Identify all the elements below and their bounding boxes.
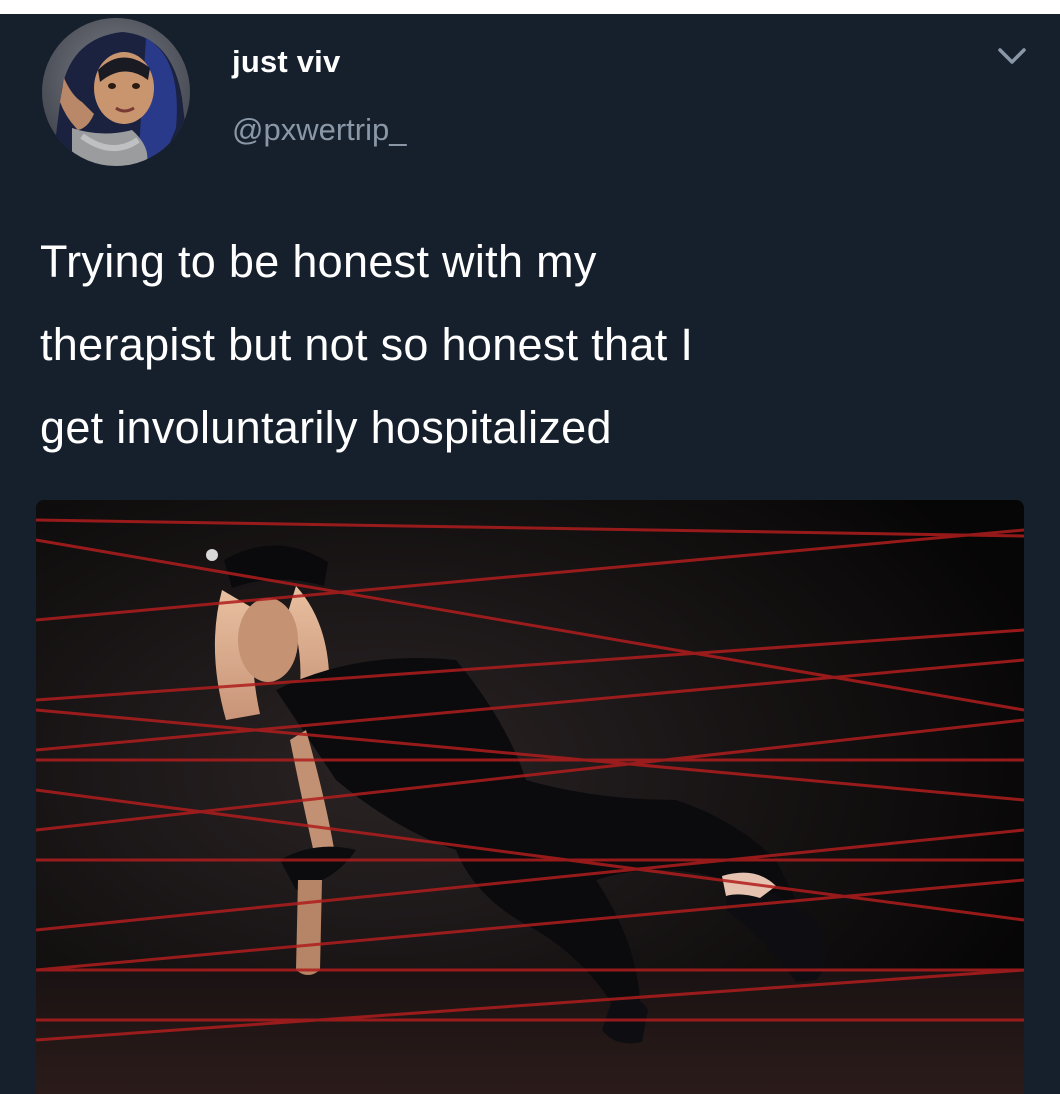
chevron-down-icon[interactable] [992,42,1032,72]
avatar-photo-icon [42,18,190,166]
laser-maze-photo-icon [36,500,1024,1094]
tweet-card: just viv @pxwertrip_ Trying to be honest… [0,14,1060,1094]
tweet-media[interactable] [36,500,1024,1094]
display-name[interactable]: just viv [232,44,340,80]
tweet-text-line: Trying to be honest with my [40,236,597,287]
user-handle[interactable]: @pxwertrip_ [232,112,406,148]
avatar[interactable] [42,18,190,166]
tweet-text: Trying to be honest with my therapist bu… [40,220,1030,469]
tweet-text-line: get involuntarily hospitalized [40,402,612,453]
tweet-text-line: therapist but not so honest that I [40,319,694,370]
